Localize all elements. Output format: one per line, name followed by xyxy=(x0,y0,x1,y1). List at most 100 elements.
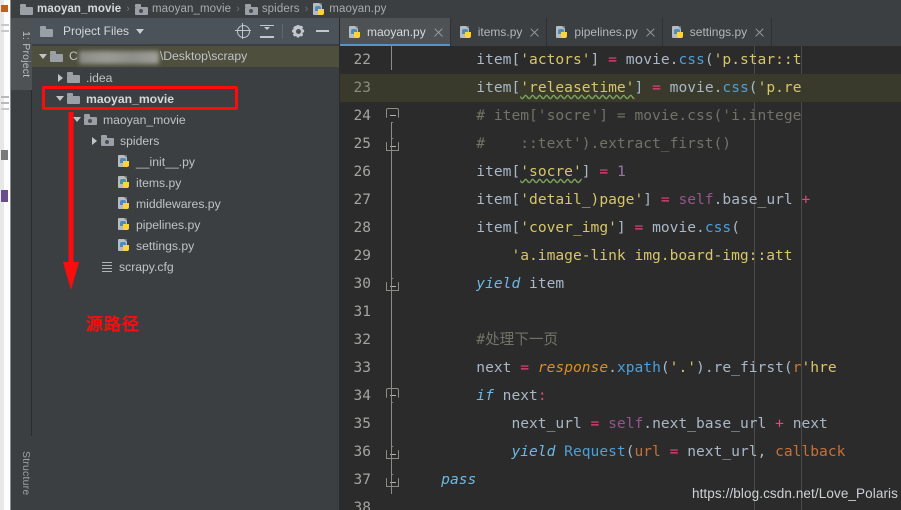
editor-gutter[interactable] xyxy=(378,186,406,214)
project-tool-window: Project Files C \Desktop\scrapy .idea maoya… xyxy=(32,18,340,510)
fold-collapse-icon[interactable] xyxy=(386,388,399,403)
tree-twisty-expanded-icon[interactable] xyxy=(36,46,50,67)
fold-collapse-icon[interactable] xyxy=(386,138,399,151)
code-line[interactable]: 28 item['cover_img'] = movie.css( xyxy=(340,214,901,242)
tree-twisty-collapsed-icon[interactable] xyxy=(87,130,101,151)
fold-region-line xyxy=(391,46,392,70)
breadcrumb-item-1[interactable]: maoyan_movie xyxy=(134,0,231,18)
code-line[interactable]: 34 if next: xyxy=(340,382,901,410)
tree-twisty-expanded-icon[interactable] xyxy=(70,109,84,130)
cfg-file-icon xyxy=(101,261,113,273)
tool-window-button-structure[interactable]: Structure xyxy=(11,436,32,510)
editor-gutter[interactable] xyxy=(378,74,406,102)
editor-gutter[interactable] xyxy=(378,438,406,466)
tree-twisty-none xyxy=(87,256,101,277)
tree-item-maoyan-movie[interactable]: maoyan_movie xyxy=(32,88,339,109)
watermark: https://blog.csdn.net/Love_Polaris xyxy=(691,486,898,501)
line-number: 37 xyxy=(353,472,371,488)
editor-gutter[interactable] xyxy=(378,410,406,438)
tree-item-settings-py[interactable]: settings.py xyxy=(32,235,339,256)
fold-collapse-icon[interactable] xyxy=(386,446,399,459)
editor-gutter[interactable] xyxy=(378,130,406,158)
line-number: 30 xyxy=(353,276,371,292)
minimize-icon[interactable] xyxy=(310,19,334,43)
code-line[interactable]: 32 #处理下一页 xyxy=(340,326,901,354)
editor-gutter[interactable] xyxy=(378,382,406,410)
code-line[interactable]: 24 # item['socre'] = movie.css('i.intege xyxy=(340,102,901,130)
code-line[interactable]: 30 yield item xyxy=(340,270,901,298)
close-icon[interactable] xyxy=(645,27,656,38)
code-line[interactable]: 25 # ::text').extract_first() xyxy=(340,130,901,158)
editor-area: maoyan.py items.py pipelines.py settings.py… xyxy=(340,18,901,510)
code-line[interactable]: 27 item['detail_)page'] = self.base_url … xyxy=(340,186,901,214)
editor-tab-label: maoyan.py xyxy=(367,25,426,39)
fold-collapse-icon[interactable] xyxy=(386,278,399,291)
package-folder-icon xyxy=(101,135,114,146)
line-number: 26 xyxy=(353,164,371,180)
editor-tab-maoyan-py[interactable]: maoyan.py xyxy=(340,18,451,46)
tree-item-spiders[interactable]: spiders xyxy=(32,130,339,151)
editor-gutter[interactable] xyxy=(378,158,406,186)
toolbar-divider xyxy=(282,23,283,39)
close-icon[interactable] xyxy=(754,27,765,38)
editor-gutter[interactable] xyxy=(378,326,406,354)
editor-gutter[interactable] xyxy=(378,354,406,382)
line-number: 22 xyxy=(353,52,371,68)
tree-twisty-expanded-icon[interactable] xyxy=(53,88,67,109)
tree-twisty-none xyxy=(104,193,118,214)
tree-item-scrapy-cfg[interactable]: scrapy.cfg xyxy=(32,256,339,277)
breadcrumb: maoyan_movie › maoyan_movie › spiders › … xyxy=(11,0,901,18)
tree-item-items-py[interactable]: items.py xyxy=(32,172,339,193)
code-line[interactable]: 29 'a.image-link img.board-img::att xyxy=(340,242,901,270)
tree-item--desktop-scrapy[interactable]: C \Desktop\scrapy xyxy=(32,46,339,67)
editor-gutter[interactable] xyxy=(378,242,406,270)
editor-gutter[interactable] xyxy=(378,102,406,130)
tree-item-label: scrapy.cfg xyxy=(119,259,174,274)
code-line[interactable]: 23 item['releasetime'] = movie.css('p.re xyxy=(340,74,901,102)
code-line[interactable]: 26 item['socre'] = 1 xyxy=(340,158,901,186)
editor-gutter[interactable] xyxy=(378,270,406,298)
breadcrumb-item-2[interactable]: spiders xyxy=(244,0,300,18)
tool-window-button-project[interactable]: 1: Project xyxy=(11,18,32,90)
editor-tab-items-py[interactable]: items.py xyxy=(451,18,548,46)
close-icon[interactable] xyxy=(433,27,444,38)
code-text: item['detail_)page'] = self.base_url + xyxy=(476,191,811,208)
editor-tab-pipelines-py[interactable]: pipelines.py xyxy=(547,18,663,46)
locate-icon[interactable] xyxy=(231,19,255,43)
chevron-down-icon[interactable] xyxy=(136,28,145,34)
code-line[interactable]: 33 next = response.xpath('.').re_first(r… xyxy=(340,354,901,382)
tree-item-label: middlewares.py xyxy=(136,196,221,211)
breadcrumb-item-0[interactable]: maoyan_movie xyxy=(20,0,121,18)
project-panel-title: Project Files xyxy=(63,24,130,38)
tree-item-middlewares-py[interactable]: middlewares.py xyxy=(32,193,339,214)
gear-icon[interactable] xyxy=(286,19,310,43)
breadcrumb-item-3[interactable]: maoyan.py xyxy=(313,0,386,18)
tree-twisty-collapsed-icon[interactable] xyxy=(53,67,67,88)
line-number: 25 xyxy=(353,136,371,152)
tree-item-pipelines-py[interactable]: pipelines.py xyxy=(32,214,339,235)
tree-item-maoyan-movie[interactable]: maoyan_movie xyxy=(32,109,339,130)
editor-gutter[interactable] xyxy=(378,466,406,494)
fold-region-line xyxy=(391,410,392,494)
code-line[interactable]: 36 yield Request(url = next_url, callbac… xyxy=(340,438,901,466)
fold-collapse-icon[interactable] xyxy=(386,108,399,123)
fold-region-line xyxy=(391,122,392,142)
code-line[interactable]: 31 xyxy=(340,298,901,326)
code-text: item['actors'] = movie.css('p.star::t xyxy=(476,51,802,68)
editor-gutter[interactable] xyxy=(378,298,406,326)
fold-collapse-icon[interactable] xyxy=(386,474,399,487)
collapse-all-icon[interactable] xyxy=(255,19,279,43)
folder-icon xyxy=(20,3,33,15)
code-editor[interactable]: 22 item['actors'] = movie.css('p.star::t… xyxy=(340,46,901,510)
editor-gutter[interactable] xyxy=(378,494,406,510)
code-line[interactable]: 35 next_url = self.next_base_url + next xyxy=(340,410,901,438)
tree-item-label: __init__.py xyxy=(136,154,195,169)
close-icon[interactable] xyxy=(529,27,540,38)
code-line[interactable]: 22 item['actors'] = movie.css('p.star::t xyxy=(340,46,901,74)
tree-item--idea[interactable]: .idea xyxy=(32,67,339,88)
editor-gutter[interactable] xyxy=(378,46,406,74)
editor-gutter[interactable] xyxy=(378,214,406,242)
tree-item--init-py[interactable]: __init__.py xyxy=(32,151,339,172)
code-text: item['cover_img'] = movie.css( xyxy=(476,219,740,236)
editor-tab-settings-py[interactable]: settings.py xyxy=(663,18,773,46)
